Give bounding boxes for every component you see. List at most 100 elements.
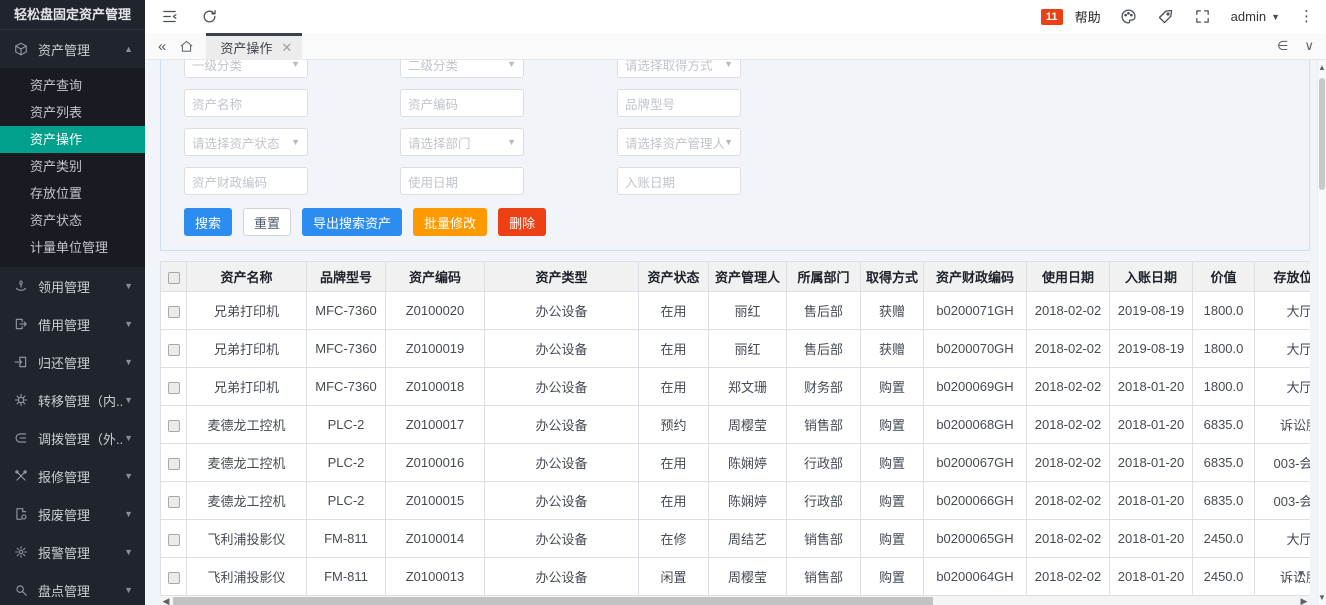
column-header[interactable]: 资产编码 <box>386 262 485 292</box>
column-header[interactable]: 取得方式 <box>861 262 924 292</box>
vertical-scroll-thumb[interactable] <box>1319 78 1325 190</box>
filter-field[interactable]: 请选择资产状态 ▼ <box>184 128 308 156</box>
column-header[interactable]: 资产管理人 <box>709 262 787 292</box>
sidebar-group[interactable]: 报警管理 ▼ <box>0 533 145 571</box>
row-select-cell <box>161 558 187 596</box>
filter-field[interactable]: 入账日期 ▼ <box>617 167 741 195</box>
table-cell: 办公设备 <box>485 444 639 482</box>
action-button[interactable]: 重置 <box>243 208 291 236</box>
sidebar-group-asset-management[interactable]: 资产管理 ▲ <box>0 30 145 68</box>
sidebar-submenu-item[interactable]: 存放位置 <box>0 180 145 207</box>
chevron-down-icon: ▼ <box>124 585 133 595</box>
sidebar-group[interactable]: 调拨管理（外... ▼ <box>0 419 145 457</box>
sidebar-submenu-item[interactable]: 计量单位管理 <box>0 234 145 261</box>
sidebar-submenu-item[interactable]: 资产操作 <box>0 126 145 153</box>
kebab-menu-icon[interactable]: ⋮ <box>1299 9 1314 24</box>
column-header[interactable]: 所属部门 <box>787 262 861 292</box>
column-header[interactable]: 资产财政编码 <box>924 262 1027 292</box>
filter-field[interactable]: 品牌型号 ▼ <box>617 89 741 117</box>
row-checkbox[interactable] <box>168 306 180 318</box>
table-cell: 购置 <box>861 444 924 482</box>
sidebar-toggle-icon[interactable] <box>160 8 178 26</box>
filter-field[interactable]: 一级分类 ▼ <box>184 60 308 78</box>
filter-field[interactable]: 资产名称 ▼ <box>184 89 308 117</box>
scroll-down-icon[interactable]: ▼ <box>1318 593 1326 602</box>
help-link[interactable]: 帮助 <box>1075 7 1101 26</box>
app-window: 轻松盘固定资产管理 资产管理 ▲ 资产查询 资产列表 资产操作 资 <box>0 0 1326 605</box>
filter-field[interactable]: 请选择取得方式 ▼ <box>617 60 741 78</box>
sidebar-submenu-item[interactable]: 资产状态 <box>0 207 145 234</box>
user-menu[interactable]: admin ▼ <box>1231 9 1280 24</box>
table-cell: Z0100014 <box>386 520 485 558</box>
sidebar-submenu-item[interactable]: 资产类别 <box>0 153 145 180</box>
table-cell: PLC-2 <box>307 406 386 444</box>
row-checkbox[interactable] <box>168 534 180 546</box>
chevron-down-icon: ▼ <box>124 547 133 557</box>
table-cell: b0200070GH <box>924 330 1027 368</box>
table-cell: 购置 <box>861 406 924 444</box>
action-button[interactable]: 搜索 <box>184 208 232 236</box>
table-cell: 财务部 <box>787 368 861 406</box>
filter-field[interactable]: 资产财政编码 ▼ <box>184 167 308 195</box>
row-checkbox[interactable] <box>168 496 180 508</box>
horizontal-scroll-thumb[interactable] <box>173 597 933 605</box>
table-cell: b0200068GH <box>924 406 1027 444</box>
sidebar-submenu-item[interactable]: 资产列表 <box>0 99 145 126</box>
refresh-icon[interactable] <box>200 8 218 26</box>
sidebar-group[interactable]: 报废管理 ▼ <box>0 495 145 533</box>
column-header[interactable]: 入账日期 <box>1110 262 1193 292</box>
filter-field[interactable]: 使用日期 ▼ <box>400 167 524 195</box>
action-button[interactable]: 导出搜索资产 <box>302 208 402 236</box>
chevron-down-icon[interactable]: ∨ <box>1304 38 1314 54</box>
filter-field[interactable]: 二级分类 ▼ <box>400 60 524 78</box>
filter-field[interactable]: 请选择资产管理人 ▼ <box>617 128 741 156</box>
column-header[interactable]: 资产名称 <box>187 262 307 292</box>
action-button[interactable]: 批量修改 <box>413 208 487 236</box>
scroll-right-icon[interactable]: ▶ <box>1298 596 1310 605</box>
sidebar-group[interactable]: 盘点管理 ▼ <box>0 571 145 605</box>
column-header[interactable]: 资产状态 <box>639 262 709 292</box>
row-select-cell <box>161 368 187 406</box>
column-header[interactable]: 资产类型 <box>485 262 639 292</box>
select-all-checkbox[interactable] <box>168 272 180 284</box>
row-checkbox[interactable] <box>168 382 180 394</box>
filter-field[interactable]: 资产编码 ▼ <box>400 89 524 117</box>
column-header[interactable]: 使用日期 <box>1027 262 1110 292</box>
filter-field[interactable]: 请选择部门 ▼ <box>400 128 524 156</box>
column-header[interactable]: 存放位置 <box>1255 262 1311 292</box>
tag-icon[interactable] <box>1157 8 1175 26</box>
notification-badge[interactable]: 11 <box>1041 9 1063 25</box>
sidebar-group[interactable]: 归还管理 ▼ <box>0 343 145 381</box>
allocate-icon <box>14 431 28 445</box>
chevron-down-icon: ▼ <box>124 319 133 329</box>
table-cell: 周樱莹 <box>709 406 787 444</box>
row-checkbox[interactable] <box>168 572 180 584</box>
row-checkbox[interactable] <box>168 344 180 356</box>
collapse-tags-icon[interactable]: ∈ <box>1277 38 1288 54</box>
row-checkbox[interactable] <box>168 420 180 432</box>
home-icon[interactable] <box>179 39 194 54</box>
sidebar-group[interactable]: 领用管理 ▼ <box>0 267 145 305</box>
close-icon[interactable]: ✕ <box>281 40 292 56</box>
scroll-down-icon[interactable]: ▼ <box>1296 569 1306 580</box>
scroll-left-icon[interactable]: ◀ <box>160 596 172 605</box>
sidebar-submenu-item[interactable]: 资产查询 <box>0 72 145 99</box>
tab-asset-operation[interactable]: 资产操作 ✕ <box>206 33 302 60</box>
fullscreen-icon[interactable] <box>1194 8 1212 26</box>
row-checkbox[interactable] <box>168 458 180 470</box>
row-select-cell <box>161 444 187 482</box>
sidebar-group[interactable]: 转移管理（内... ▼ <box>0 381 145 419</box>
action-button[interactable]: 删除 <box>498 208 546 236</box>
table-cell: 获赠 <box>861 292 924 330</box>
scroll-up-icon[interactable]: ▲ <box>1318 63 1326 72</box>
vertical-scrollbar[interactable]: ▲ ▼ <box>1317 60 1326 605</box>
double-chevron-left-icon[interactable]: « <box>158 39 166 54</box>
column-header[interactable]: 品牌型号 <box>307 262 386 292</box>
sidebar-group[interactable]: 报修管理 ▼ <box>0 457 145 495</box>
table-cell: Z0100018 <box>386 368 485 406</box>
horizontal-scrollbar[interactable]: ◀ ▶ <box>160 596 1310 605</box>
sidebar-group[interactable]: 借用管理 ▼ <box>0 305 145 343</box>
table-cell: MFC-7360 <box>307 292 386 330</box>
palette-icon[interactable] <box>1120 8 1138 26</box>
column-header[interactable]: 价值 <box>1193 262 1255 292</box>
